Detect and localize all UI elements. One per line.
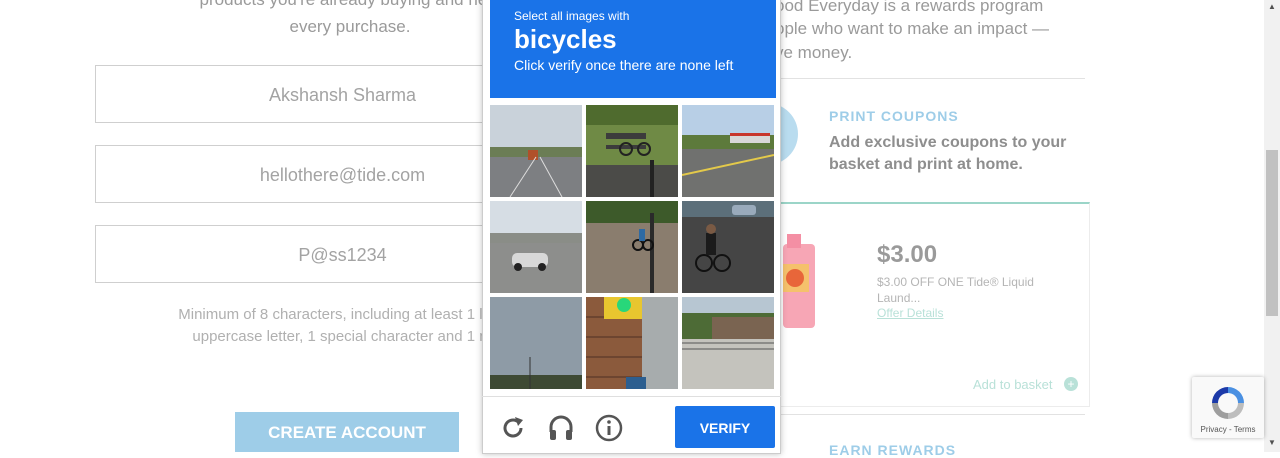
scrollbar-thumb[interactable] [1266,150,1278,316]
captcha-footer-divider [482,396,781,397]
scroll-down-icon[interactable]: ▼ [1264,436,1280,450]
scroll-up-icon[interactable]: ▲ [1264,0,1280,14]
captcha-tile-street-intersection[interactable] [490,105,582,197]
captcha-tile-fence-building[interactable] [682,297,774,389]
captcha-instruction: Click verify once there are none left [514,57,734,73]
captcha-tile-cyclist-street[interactable] [682,201,774,293]
side-text-line3: ve money. [775,43,853,62]
tide-bottle-icon [783,234,815,328]
side-text-line2: ople who want to make an impact — [775,19,1050,38]
divider [775,414,1085,415]
info-icon[interactable] [595,414,623,442]
offer-details-link[interactable]: Offer Details [877,306,943,320]
captcha-tile-bench-cyclist[interactable] [586,105,678,197]
reload-icon[interactable] [499,414,527,442]
coupon-desc-line2: Laund... [877,291,921,305]
captcha-tile-traffic-light[interactable] [586,297,678,389]
verify-button[interactable]: VERIFY [675,406,775,448]
print-coupons-desc: Add exclusive coupons to your basket and… [829,134,1067,173]
recaptcha-logo-icon [1212,387,1244,419]
captcha-tile-sky-road[interactable] [490,297,582,389]
audio-icon[interactable] [547,414,575,442]
divider [775,78,1085,79]
captcha-tile-sidewalk-cyclists[interactable] [586,201,678,293]
add-to-basket-link[interactable]: Add to basket [973,377,1053,392]
create-account-button[interactable]: CREATE ACCOUNT [235,412,459,452]
captcha-target-word: bicycles [514,24,617,54]
recaptcha-privacy-terms[interactable]: Privacy - Terms [1192,425,1264,434]
side-text-line1: ood Everyday is a rewards program [775,0,1044,15]
print-coupons-title: PRINT COUPONS [829,108,959,124]
captcha-tile-highway-gas-station[interactable] [682,105,774,197]
earn-rewards-title: EARN REWARDS [829,442,957,458]
coupon-price: $3.00 [877,241,938,268]
plus-icon[interactable]: + [1064,377,1078,391]
coupon-desc-line1: $3.00 OFF ONE Tide® Liquid [877,275,1034,289]
captcha-select-text: Select all images with [514,9,630,23]
captcha-tile-parking-lot-car[interactable] [490,201,582,293]
